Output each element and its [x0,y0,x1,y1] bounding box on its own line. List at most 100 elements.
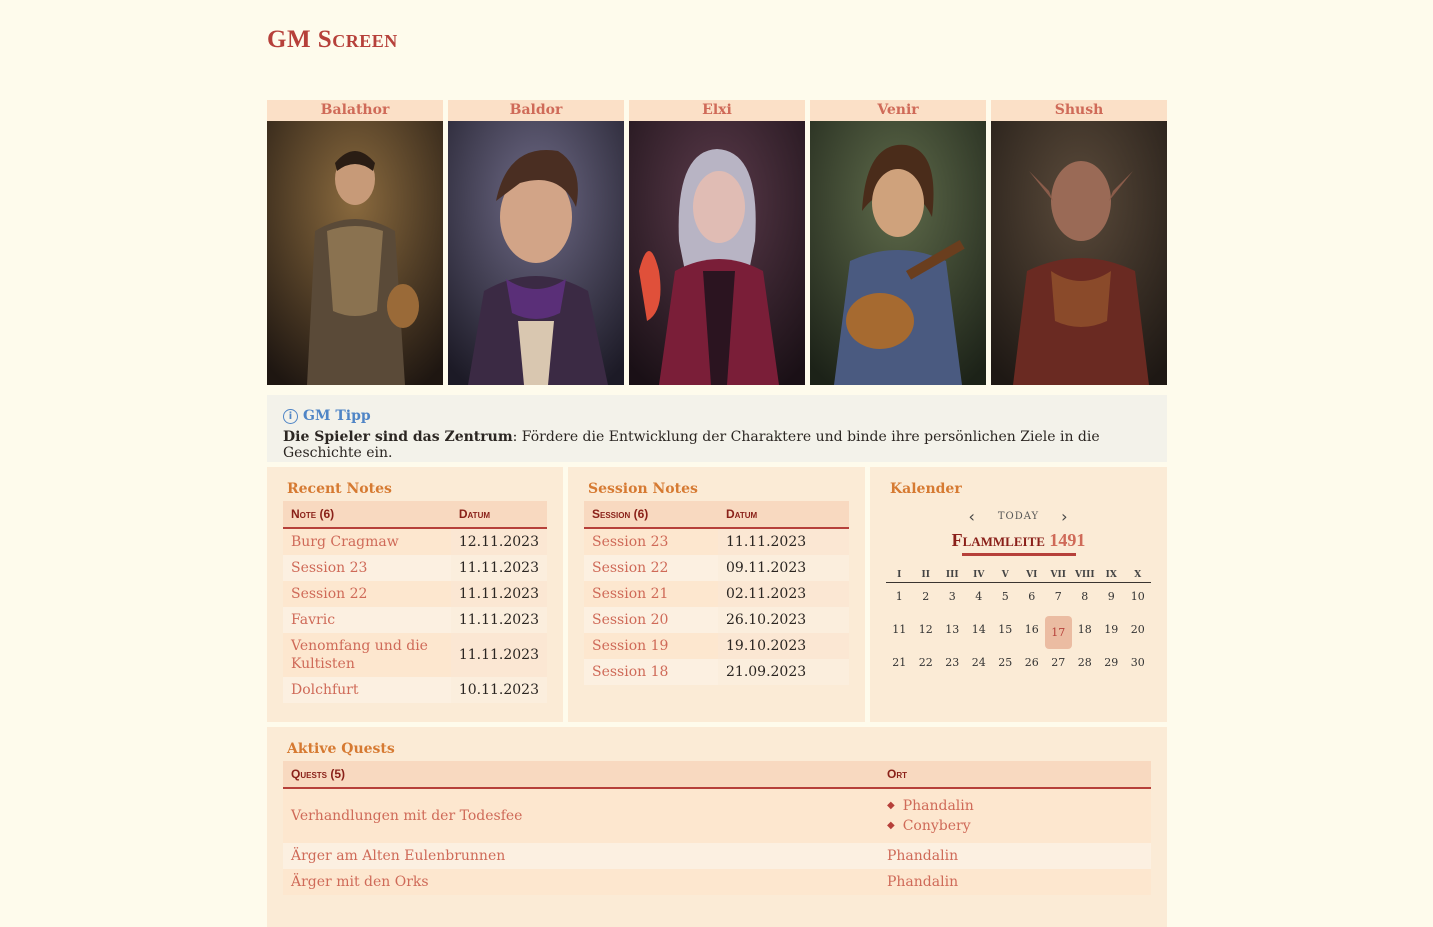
location-item[interactable]: ◆ Conybery [887,816,1143,836]
calendar-day[interactable]: 19 [1098,616,1125,649]
calendar-day[interactable]: 1 [886,583,913,616]
table-row[interactable]: Session 22 11.11.2023 [283,581,547,607]
sorceress-portrait[interactable] [629,121,805,385]
recent-notes-title: Recent Notes [287,481,392,497]
table-row[interactable]: Verhandlungen mit der Todesfee ◆ Phandali… [283,788,1151,843]
rogue-portrait[interactable] [448,121,624,385]
gm-tip: i GM Tipp Die Spieler sind das Zentrum: … [267,395,1167,462]
calendar-day[interactable]: 9 [1098,583,1125,616]
quest-link[interactable]: Verhandlungen mit der Todesfee [283,788,879,843]
character-name: Shush [991,100,1167,121]
calendar-day[interactable]: 7 [1045,583,1072,616]
table-row[interactable]: Ärger mit den Orks Phandalin [283,869,1151,895]
calendar-card: Kalender ‹ today › Flammleite 1491 I II II… [870,467,1167,722]
chevron-right-icon[interactable]: › [1061,507,1068,526]
calendar-day[interactable]: 5 [992,583,1019,616]
bard-portrait[interactable] [810,121,986,385]
character-card-venir[interactable]: Venir [810,100,986,385]
session-notes-title: Session Notes [588,481,698,497]
table-row[interactable]: Burg Cragmaw 12.11.2023 [283,528,547,555]
calendar-day[interactable]: 29 [1098,649,1125,682]
calendar-day[interactable]: 22 [913,649,940,682]
session-link[interactable]: Session 22 [584,555,718,581]
session-date: 21.09.2023 [718,659,849,685]
table-row[interactable]: Ärger am Alten Eulenbrunnen Phandalin [283,843,1151,869]
col-datum[interactable]: Datum [450,501,547,529]
table-row[interactable]: Venomfang und die Kultisten 11.11.2023 [283,633,547,677]
calendar-day[interactable]: 18 [1072,616,1099,649]
session-link[interactable]: Session 20 [584,607,718,633]
calendar-day[interactable]: 16 [1019,616,1046,649]
session-link[interactable]: Session 19 [584,633,718,659]
calendar-day[interactable]: 30 [1125,649,1152,682]
character-card-baldor[interactable]: Baldor [448,100,624,385]
calendar-day[interactable]: 15 [992,616,1019,649]
note-link[interactable]: Burg Cragmaw [283,528,451,555]
location-link[interactable]: Phandalin [879,869,1151,895]
col-session[interactable]: Session (6) [584,501,718,529]
table-row[interactable]: Session 19 19.10.2023 [584,633,849,659]
calendar-day[interactable]: 14 [966,616,993,649]
session-notes-card: Session Notes Session (6) Datum Session … [568,467,865,722]
calendar-day[interactable]: 6 [1019,583,1046,616]
calendar-day[interactable]: 24 [966,649,993,682]
location-link[interactable]: Conybery [903,816,971,836]
year: 1491 [1049,530,1086,550]
col-note[interactable]: Note (6) [283,501,451,529]
weekday-header: III [939,570,966,583]
calendar-day[interactable]: 21 [886,649,913,682]
armored-warrior-portrait[interactable] [267,121,443,385]
calendar-day[interactable]: 4 [966,583,993,616]
calendar-month: Flammleite 1491 [886,530,1151,551]
page-title: GM Screen [267,26,398,53]
col-datum[interactable]: Datum [718,501,849,529]
calendar-day[interactable]: 28 [1072,649,1099,682]
note-link[interactable]: Session 22 [283,581,451,607]
calendar-day[interactable]: 8 [1072,583,1099,616]
calendar-day[interactable]: 13 [939,616,966,649]
calendar-day[interactable]: 2 [913,583,940,616]
note-link[interactable]: Venomfang und die Kultisten [283,633,451,677]
quest-link[interactable]: Ärger am Alten Eulenbrunnen [283,843,879,869]
calendar-day[interactable]: 27 [1045,649,1072,682]
col-ort[interactable]: Ort [879,761,1151,789]
col-quests[interactable]: Quests (5) [283,761,879,789]
diamond-bullet-icon: ◆ [887,800,895,811]
location-link[interactable]: Phandalin [879,843,1151,869]
table-row[interactable]: Favric 11.11.2023 [283,607,547,633]
calendar-day[interactable]: 23 [939,649,966,682]
note-link[interactable]: Session 23 [283,555,451,581]
calendar-day[interactable]: 12 [913,616,940,649]
calendar-day-today[interactable]: 17 [1045,616,1072,649]
session-link[interactable]: Session 23 [584,528,718,555]
calendar-day[interactable]: 26 [1019,649,1046,682]
calendar-day[interactable]: 20 [1125,616,1152,649]
note-link[interactable]: Favric [283,607,451,633]
character-card-balathor[interactable]: Balathor [267,100,443,385]
calendar-nav: ‹ today › [886,507,1151,526]
table-row[interactable]: Session 23 11.11.2023 [283,555,547,581]
character-card-elxi[interactable]: Elxi [629,100,805,385]
session-link[interactable]: Session 18 [584,659,718,685]
location-link[interactable]: Phandalin [903,796,974,816]
table-row[interactable]: Dolchfurt 10.11.2023 [283,677,547,703]
quest-link[interactable]: Ärger mit den Orks [283,869,879,895]
note-link[interactable]: Dolchfurt [283,677,451,703]
table-row[interactable]: Session 21 02.11.2023 [584,581,849,607]
calendar-day[interactable]: 3 [939,583,966,616]
table-row[interactable]: Session 18 21.09.2023 [584,659,849,685]
calendar-day[interactable]: 25 [992,649,1019,682]
table-row[interactable]: Session 22 09.11.2023 [584,555,849,581]
table-row[interactable]: Session 20 26.10.2023 [584,607,849,633]
location-item[interactable]: ◆ Phandalin [887,796,1143,816]
character-card-shush[interactable]: Shush [991,100,1167,385]
table-row[interactable]: Session 23 11.11.2023 [584,528,849,555]
recent-notes-card: Recent Notes Note (6) Datum Burg Cragmaw… [267,467,563,722]
month-name: Flammleite [951,530,1045,550]
chevron-left-icon[interactable]: ‹ [968,507,975,526]
session-link[interactable]: Session 21 [584,581,718,607]
today-button[interactable]: today [998,511,1039,522]
calendar-day[interactable]: 11 [886,616,913,649]
half-orc-portrait[interactable] [991,121,1167,385]
calendar-day[interactable]: 10 [1125,583,1152,616]
